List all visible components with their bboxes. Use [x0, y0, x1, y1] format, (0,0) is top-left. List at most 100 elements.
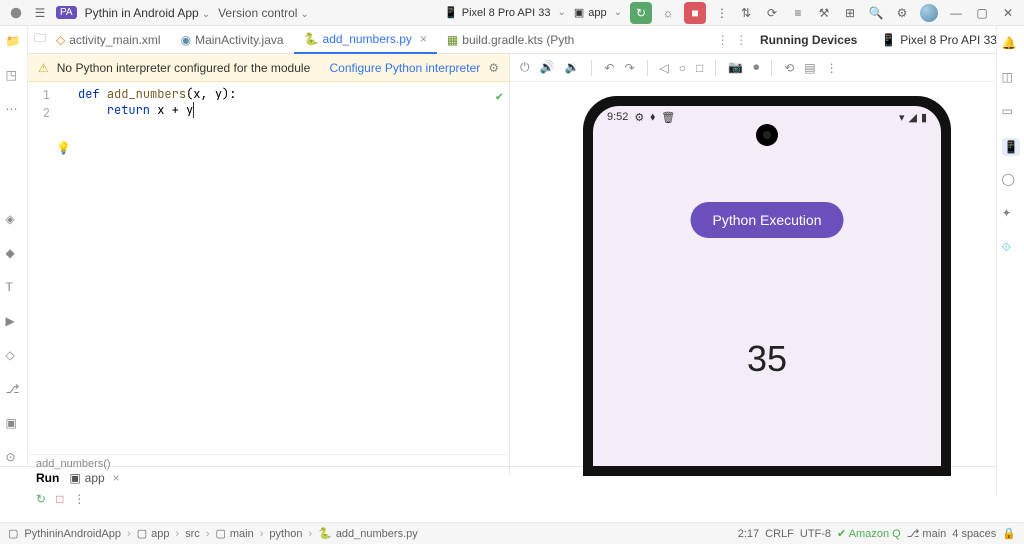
device-selector[interactable]: 📱 Pixel 8 Pro API 33	[444, 6, 566, 19]
tab-add-numbers[interactable]: 🐍 add_numbers.py ×	[294, 26, 437, 54]
close-run-tab-icon[interactable]: ×	[113, 471, 120, 485]
tab-build-gradle[interactable]: ▦ build.gradle.kts (Pyth	[437, 26, 584, 54]
gradle-icon: ▦	[447, 33, 458, 47]
dev-more-icon[interactable]: ⋮	[826, 61, 838, 75]
avatar[interactable]	[920, 4, 938, 22]
lock-icon[interactable]: 🔒	[1002, 527, 1016, 540]
running-devices-tool-icon[interactable]: 📱	[1002, 138, 1020, 156]
app-run-tab[interactable]: ▣ app ×	[69, 471, 119, 485]
menu-icon[interactable]: ☰	[32, 5, 48, 21]
stop-run-icon[interactable]: □	[56, 492, 63, 506]
version-control-menu[interactable]: Version control	[218, 6, 309, 20]
settings-status-icon: ⚙	[634, 111, 644, 124]
notifications-icon[interactable]: 🔔	[1002, 36, 1020, 54]
line-numbers: 1 2	[28, 82, 56, 454]
python-execution-button[interactable]: Python Execution	[691, 202, 844, 238]
result-text: 35	[747, 338, 787, 380]
rotate-right-icon[interactable]: ↷	[624, 61, 634, 75]
sync-icon[interactable]: ⟳	[764, 5, 780, 21]
code-text[interactable]: def add_numbers(x, y): return x + y	[74, 82, 509, 454]
device-tab-label: Pixel 8 Pro API 33	[900, 33, 997, 47]
run-button[interactable]: ↻	[630, 2, 652, 24]
amazon-q-status[interactable]: ✔ Amazon Q	[837, 527, 901, 540]
device-manager-icon[interactable]: ▭	[1002, 104, 1020, 122]
settings-icon[interactable]: ⚙	[894, 5, 910, 21]
java-icon: ◉	[181, 33, 191, 47]
line-ending[interactable]: CRLF	[765, 528, 794, 540]
breadcrumb[interactable]: PythininAndroidApp ▢app src ▢main python…	[24, 527, 417, 540]
logcat-icon[interactable]: ◆	[6, 246, 22, 262]
ai-icon[interactable]: ✦	[1002, 206, 1020, 224]
close-tab-icon[interactable]: ×	[420, 32, 427, 46]
run-tab[interactable]: Run	[36, 471, 59, 485]
tab-overflow-icon[interactable]: ⋮	[717, 33, 729, 47]
layers-icon[interactable]: ◈	[6, 212, 22, 228]
git-branch[interactable]: ⎇ main	[907, 527, 947, 540]
close-window-icon[interactable]: ✕	[1000, 5, 1016, 21]
configure-interpreter-link[interactable]: Configure Python interpreter	[329, 61, 480, 75]
extended-controls-icon[interactable]: ⟲	[784, 61, 794, 75]
terminal-icon[interactable]: ▣	[6, 416, 22, 432]
problems-icon[interactable]: ⊙	[6, 450, 22, 466]
flutter-icon[interactable]: ⟐	[1002, 240, 1020, 258]
stop-button[interactable]: ■	[684, 2, 706, 24]
display-settings-icon[interactable]: ▤	[804, 61, 815, 75]
volume-down-icon[interactable]: 🔉	[564, 60, 579, 75]
overview-icon[interactable]: □	[696, 61, 703, 75]
tab-label: MainActivity.java	[195, 33, 283, 47]
structure-icon[interactable]: ≡	[790, 5, 806, 21]
update-icon[interactable]: ⇅	[738, 5, 754, 21]
cursor-position[interactable]: 2:17	[738, 528, 759, 540]
folder-tab-icon[interactable]: 🗀	[28, 29, 46, 50]
project-tool-icon[interactable]: 📁	[6, 34, 22, 50]
battery-icon: ▮	[921, 111, 927, 124]
indent-setting[interactable]: 4 spaces	[952, 528, 996, 540]
module-icon: ▢	[8, 527, 18, 540]
shield-icon[interactable]: ◯	[1002, 172, 1020, 190]
device-label: Pixel 8 Pro API 33	[462, 7, 551, 19]
resource-manager-icon[interactable]: ◳	[6, 68, 22, 84]
clock-text: 9:52	[607, 111, 628, 123]
warning-icon: ⚠	[38, 61, 49, 75]
git-tool-icon[interactable]: ⎇	[6, 382, 22, 398]
project-selector[interactable]: Pythin in Android App	[85, 6, 210, 20]
tab-mainactivity[interactable]: ◉ MainActivity.java	[171, 26, 294, 54]
more-tools-icon[interactable]: ⋯	[6, 102, 22, 118]
rerun-icon[interactable]: ↻	[36, 492, 46, 506]
rotate-left-icon[interactable]: ↶	[604, 61, 614, 75]
running-devices-title[interactable]: Running Devices	[752, 33, 865, 47]
more-icon[interactable]: ⋮	[714, 5, 730, 21]
minimize-icon[interactable]: —	[948, 5, 964, 21]
screenshot-icon[interactable]: 📷	[728, 60, 743, 75]
debug-status-icon: ⬧	[650, 111, 655, 124]
build-icon[interactable]: ⚒	[816, 5, 832, 21]
run-config-selector[interactable]: ▣ app	[574, 6, 622, 19]
back-icon[interactable]: ◁	[660, 61, 669, 75]
volume-up-icon[interactable]: 🔊	[540, 60, 555, 75]
play-tool-icon[interactable]: ▶	[6, 314, 22, 330]
run-config-label: app	[588, 7, 606, 19]
record-icon[interactable]: ⏺	[753, 60, 759, 75]
gradle-tool-icon[interactable]: ◫	[1002, 70, 1020, 88]
debug-icon[interactable]: ☼	[660, 5, 676, 21]
app-icon[interactable]	[8, 5, 24, 21]
device-screen[interactable]: 9:52 ⚙ ⬧ 🗑 ▾ ◢ ▮	[593, 106, 941, 466]
lightbulb-icon[interactable]: 💡	[56, 140, 71, 156]
inspection-ok-icon[interactable]: ✔	[496, 88, 503, 104]
signal-icon: ◢	[908, 111, 916, 124]
tab-menu-icon[interactable]: ⋮	[735, 33, 747, 47]
project-badge: PA	[56, 6, 77, 19]
power-icon[interactable]: ⏻	[520, 60, 530, 75]
maximize-icon[interactable]: ▢	[974, 5, 990, 21]
tab-activity-main[interactable]: ◇ activity_main.xml	[46, 26, 171, 54]
gem-icon[interactable]: ◇	[6, 348, 22, 364]
encoding[interactable]: UTF-8	[800, 528, 831, 540]
text-tool-icon[interactable]: T	[6, 280, 22, 296]
app-tab-label: app	[85, 471, 105, 485]
search-icon[interactable]: 🔍	[868, 5, 884, 21]
banner-settings-icon[interactable]: ⚙	[488, 61, 499, 75]
run-more-icon[interactable]: ⋮	[73, 492, 85, 506]
code-editor[interactable]: 1 2 💡 def add_numbers(x, y): return x + …	[28, 82, 509, 454]
profiler-icon[interactable]: ⊞	[842, 5, 858, 21]
home-icon[interactable]: ○	[679, 61, 686, 75]
